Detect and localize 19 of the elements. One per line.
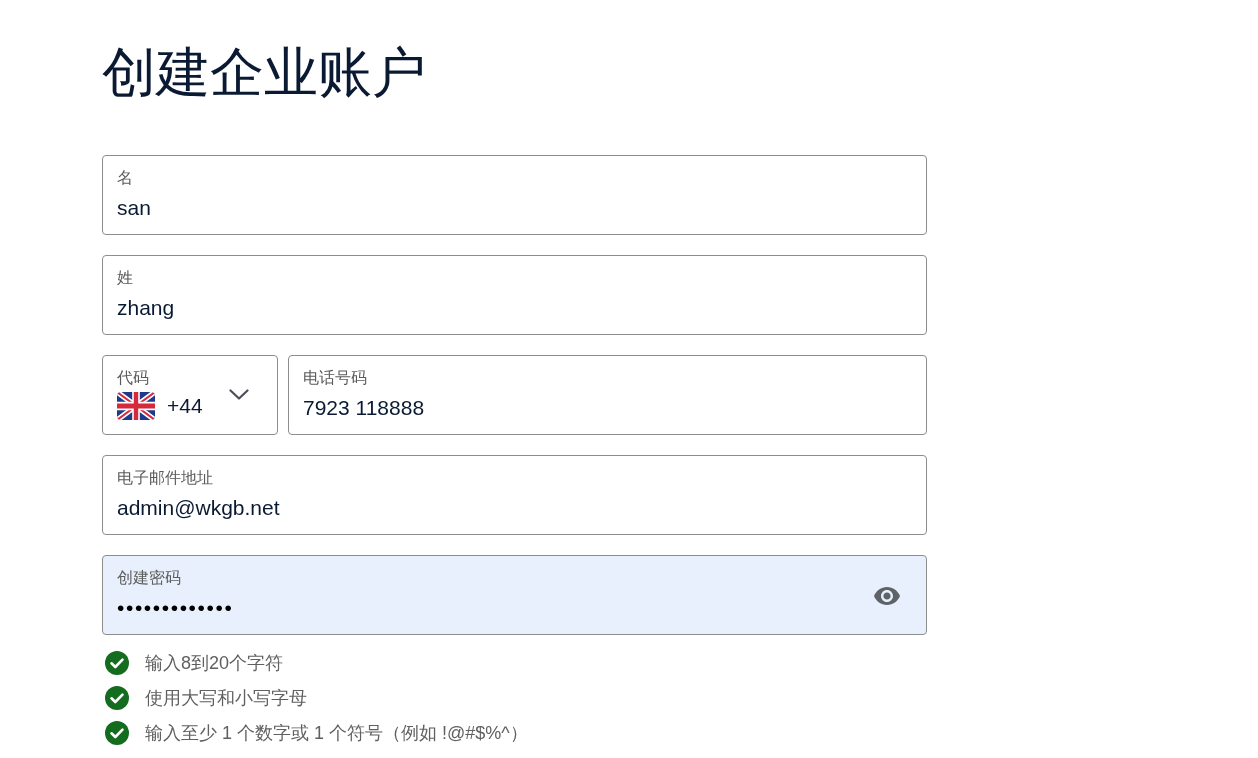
field-label: 姓: [117, 268, 133, 288]
eye-icon[interactable]: [874, 586, 900, 605]
first-name-field[interactable]: 名 san: [102, 155, 927, 235]
last-name-field[interactable]: 姓 zhang: [102, 255, 927, 335]
field-label: 名: [117, 168, 133, 188]
phone-number-field[interactable]: 电话号码 7923 118888: [288, 355, 927, 435]
password-field[interactable]: 创建密码 •••••••••••••: [102, 555, 927, 635]
page-title: 创建企业账户: [102, 41, 426, 104]
field-label: 电话号码: [303, 368, 367, 388]
password-requirement: 输入至少 1 个数字或 1 个符号（例如 !@#$%^）: [145, 721, 528, 745]
field-label: 电子邮件地址: [117, 468, 213, 488]
flag-icon: [117, 392, 155, 420]
field-label: 代码: [117, 368, 149, 388]
chevron-down-icon: [229, 389, 249, 400]
country-code-dropdown[interactable]: 代码 +44: [102, 355, 278, 435]
password-requirement: 使用大写和小写字母: [145, 686, 307, 710]
email-field[interactable]: 电子邮件地址 admin@wkgb.net: [102, 455, 927, 535]
password-requirement: 输入8到20个字符: [145, 651, 284, 675]
field-label: 创建密码: [117, 568, 181, 588]
